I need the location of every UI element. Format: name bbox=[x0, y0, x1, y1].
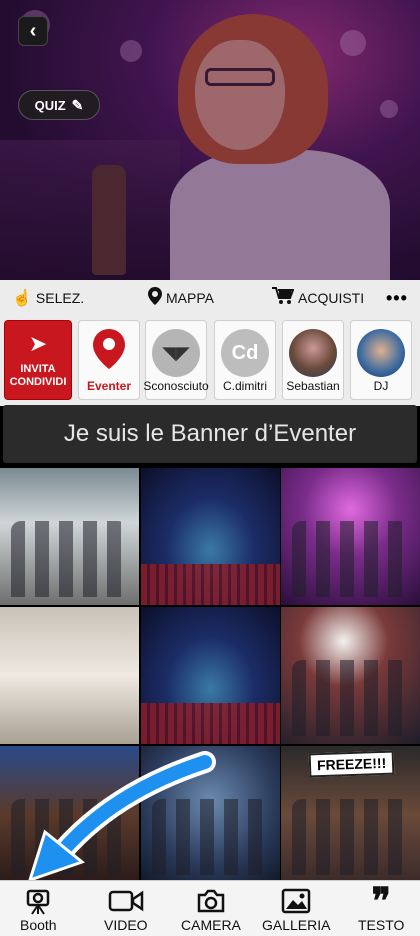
avatar bbox=[289, 329, 337, 377]
edit-icon: ✎ bbox=[71, 96, 84, 113]
story-eventer[interactable]: Eventer bbox=[78, 320, 140, 400]
hero-overlay bbox=[0, 0, 420, 280]
grid-photo[interactable] bbox=[141, 468, 280, 605]
nav-acquisti-label: ACQUISTI bbox=[298, 290, 365, 306]
initials-avatar: Cd bbox=[221, 329, 269, 377]
event-banner[interactable]: Je suis le Banner d’Eventer bbox=[3, 405, 417, 463]
bottom-tab-bar: Booth VIDEO CAMERA GALLERIA ❞ TESTO bbox=[0, 880, 420, 936]
story-label: C.dimitri bbox=[223, 379, 267, 393]
tab-camera[interactable]: CAMERA bbox=[181, 887, 241, 933]
pointer-hand-icon: ☝ bbox=[12, 290, 32, 307]
grid-photo[interactable] bbox=[141, 746, 280, 883]
photo-figures bbox=[292, 660, 409, 736]
invite-label-line2: CONDIVIDI bbox=[9, 376, 67, 388]
hero-image bbox=[0, 0, 420, 280]
tab-galleria[interactable]: GALLERIA bbox=[262, 887, 330, 933]
tab-booth-label: Booth bbox=[20, 917, 57, 933]
tab-booth[interactable]: Booth bbox=[20, 887, 57, 933]
photo-booth-icon bbox=[24, 887, 52, 915]
story-sconosciuto[interactable]: ◥◤ Sconosciuto bbox=[143, 320, 209, 400]
story-sebastian[interactable]: Sebastian bbox=[282, 320, 344, 400]
stories-row: ➤ INVITA CONDIVIDI Eventer ◥◤ Sconosciut… bbox=[0, 316, 420, 406]
nav-mappa-label: MAPPA bbox=[166, 290, 214, 306]
cart-icon bbox=[272, 286, 295, 310]
tab-testo[interactable]: ❞ TESTO bbox=[358, 880, 405, 934]
story-label: Sconosciuto bbox=[143, 379, 209, 393]
photo-figures bbox=[292, 521, 409, 597]
story-dj[interactable]: DJ bbox=[350, 320, 412, 400]
photo-figures bbox=[11, 521, 128, 597]
grid-photo[interactable] bbox=[0, 607, 139, 744]
invite-label: INVITA CONDIVIDI bbox=[10, 363, 67, 388]
tab-video[interactable]: VIDEO bbox=[104, 887, 148, 933]
grid-photo[interactable]: FREEZE!!! bbox=[281, 746, 420, 883]
photo-figures bbox=[292, 799, 409, 875]
nav-selez-label: SELEZ. bbox=[35, 290, 85, 306]
story-label: Eventer bbox=[86, 379, 132, 393]
invite-share-button[interactable]: ➤ INVITA CONDIVIDI bbox=[4, 320, 72, 400]
grid-photo[interactable] bbox=[281, 607, 420, 744]
nav-mappa[interactable]: MAPPA bbox=[148, 286, 214, 310]
tab-video-label: VIDEO bbox=[104, 917, 148, 933]
photo-figures bbox=[11, 799, 128, 875]
quiz-button[interactable]: QUIZ ✎ bbox=[18, 90, 100, 120]
gallery-image-icon bbox=[281, 887, 311, 915]
story-cdimitri[interactable]: Cd C.dimitri bbox=[214, 320, 276, 400]
photo-grid: FREEZE!!! bbox=[0, 468, 420, 883]
grid-photo[interactable] bbox=[141, 607, 280, 744]
paper-plane-icon: ➤ bbox=[28, 331, 48, 357]
chevron-left-icon: ‹ bbox=[29, 19, 37, 42]
nav-selez[interactable]: ☝ SELEZ. bbox=[12, 288, 84, 308]
tab-galleria-label: GALLERIA bbox=[262, 917, 331, 933]
tab-camera-label: CAMERA bbox=[181, 917, 241, 933]
video-camera-icon bbox=[108, 887, 144, 915]
nav-acquisti[interactable]: ACQUISTI bbox=[272, 286, 365, 310]
freeze-sign: FREEZE!!! bbox=[308, 750, 395, 778]
location-pin-icon bbox=[93, 329, 125, 369]
grid-photo[interactable] bbox=[0, 746, 139, 883]
story-label: DJ bbox=[373, 379, 389, 393]
map-pin-icon bbox=[148, 286, 162, 310]
story-label: Sebastian bbox=[286, 379, 340, 393]
grid-photo[interactable] bbox=[0, 468, 139, 605]
banner-text: Je suis le Banner d’Eventer bbox=[63, 420, 357, 447]
grid-photo[interactable] bbox=[281, 468, 420, 605]
photo-figures bbox=[152, 799, 269, 875]
theater-seats bbox=[141, 563, 280, 605]
invite-label-line1: INVITA bbox=[20, 363, 56, 376]
alien-avatar-icon: ◥◤ bbox=[152, 329, 200, 377]
back-button[interactable]: ‹ bbox=[18, 16, 48, 46]
top-nav-bar: ☝ SELEZ. MAPPA ACQUISTI ••• bbox=[0, 280, 420, 316]
tab-testo-label: TESTO bbox=[358, 917, 405, 933]
quote-icon: ❞ bbox=[371, 880, 391, 921]
theater-seats bbox=[141, 702, 280, 744]
avatar bbox=[357, 329, 405, 377]
camera-icon bbox=[196, 887, 226, 915]
more-options-icon[interactable]: ••• bbox=[386, 288, 408, 309]
quiz-label: QUIZ bbox=[34, 97, 66, 113]
